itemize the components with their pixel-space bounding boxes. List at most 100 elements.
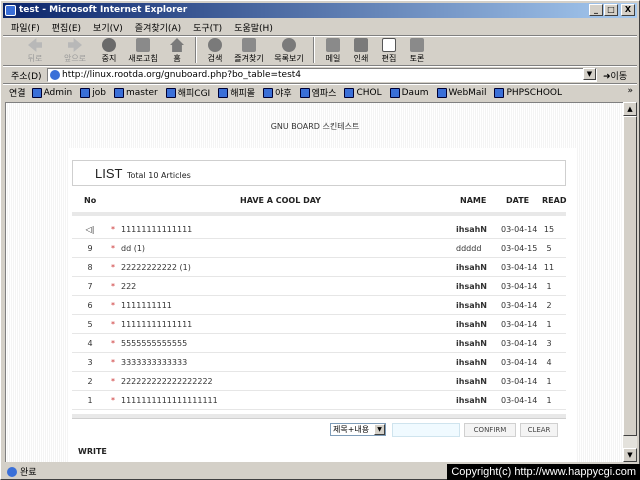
- row-name[interactable]: ddddd: [456, 244, 481, 253]
- table-row[interactable]: 9 * dd (1) ddddd 03-04-15 5: [72, 239, 566, 258]
- table-row[interactable]: ◁| * 11111111111111 ihsahN 03-04-14 15: [72, 220, 566, 239]
- menu-bar: 파일(F) 편집(E) 보기(V) 즐겨찾기(A) 도구(T) 도움말(H): [3, 19, 637, 35]
- refresh-button[interactable]: 새로고침: [125, 37, 161, 65]
- row-no: ◁|: [85, 225, 95, 234]
- edit-button[interactable]: 편집: [377, 37, 401, 65]
- bullet-icon: *: [111, 396, 115, 405]
- forward-button[interactable]: 앞으로: [57, 37, 93, 65]
- row-read: 1: [546, 320, 552, 329]
- table-row[interactable]: 4 * 5555555555555 ihsahN 03-04-14 3: [72, 334, 566, 353]
- bullet-icon: *: [111, 244, 115, 253]
- board-title: GNU BOARD 스킨테스트: [270, 122, 360, 131]
- home-button[interactable]: 홈: [165, 37, 189, 65]
- list-label: LIST: [95, 166, 123, 181]
- toolbar-separator: [195, 37, 197, 63]
- link-master[interactable]: master: [113, 87, 158, 98]
- bullet-icon: *: [111, 320, 115, 329]
- link-happymall[interactable]: 해피몰: [218, 86, 255, 99]
- links-more-button[interactable]: »: [627, 86, 633, 96]
- link-happycgi[interactable]: 해피CGI: [165, 86, 210, 99]
- row-subject-link[interactable]: 5555555555555: [121, 339, 187, 348]
- link-empas[interactable]: 엠파스: [299, 86, 336, 99]
- table-row[interactable]: 7 * 222 ihsahN 03-04-14 1: [72, 277, 566, 296]
- go-button[interactable]: ➜이동: [603, 69, 627, 82]
- history-button[interactable]: 목록보기: [271, 37, 307, 65]
- mail-button[interactable]: 메일: [321, 37, 345, 65]
- row-date: 03-04-14: [501, 358, 538, 367]
- discuss-icon: [410, 38, 424, 52]
- print-button[interactable]: 인쇄: [349, 37, 373, 65]
- toolbar-separator-2: [313, 37, 315, 63]
- col-name: NAME: [460, 196, 487, 205]
- scroll-up-button[interactable]: ▲: [623, 102, 637, 116]
- row-subject-link[interactable]: 222: [121, 282, 136, 291]
- table-row[interactable]: 8 * 22222222222 (1) ihsahN 03-04-14 11: [72, 258, 566, 277]
- row-name[interactable]: ihsahN: [456, 225, 487, 234]
- row-name[interactable]: ihsahN: [456, 282, 487, 291]
- row-subject-link[interactable]: dd (1): [121, 244, 145, 253]
- vertical-scrollbar[interactable]: ▲ ▼: [623, 102, 637, 462]
- table-row[interactable]: 6 * 1111111111 ihsahN 03-04-14 2: [72, 296, 566, 315]
- link-job[interactable]: job: [80, 87, 106, 98]
- browser-window: test - Microsoft Internet Explorer _ □ X…: [0, 0, 640, 480]
- row-no: 1: [87, 396, 93, 405]
- maximize-button[interactable]: □: [604, 4, 618, 16]
- close-button[interactable]: X: [621, 4, 635, 16]
- row-no: 3: [87, 358, 93, 367]
- link-phpschool[interactable]: PHPSCHOOL: [494, 87, 562, 98]
- page-icon: [50, 70, 60, 80]
- clear-button[interactable]: CLEAR: [520, 423, 558, 437]
- table-row[interactable]: 3 * 3333333333333 ihsahN 03-04-14 4: [72, 353, 566, 372]
- link-chol[interactable]: CHOL: [344, 87, 382, 98]
- table-row[interactable]: 5 * 11111111111111 ihsahN 03-04-14 1: [72, 315, 566, 334]
- menu-favorites[interactable]: 즐겨찾기(A): [135, 21, 181, 34]
- menu-view[interactable]: 보기(V): [93, 21, 123, 34]
- search-button[interactable]: 검색: [203, 37, 227, 65]
- link-admin[interactable]: Admin: [31, 87, 72, 98]
- menu-edit[interactable]: 편집(E): [52, 21, 81, 34]
- row-name[interactable]: ihsahN: [456, 339, 487, 348]
- row-subject-link[interactable]: 22222222222 (1): [121, 263, 191, 272]
- board-panel: LIST Total 10 Articles No HAVE A COOL DA…: [68, 148, 576, 462]
- chevron-down-icon: ▼: [374, 424, 385, 435]
- edit-document-icon: [382, 38, 396, 52]
- menu-file[interactable]: 파일(F): [11, 21, 40, 34]
- confirm-button[interactable]: CONFIRM: [464, 423, 516, 437]
- back-button[interactable]: 뒤로: [17, 37, 53, 65]
- search-input[interactable]: [392, 423, 460, 437]
- row-subject-link[interactable]: 222222222222222222: [121, 377, 213, 386]
- row-name[interactable]: ihsahN: [456, 320, 487, 329]
- row-name[interactable]: ihsahN: [456, 263, 487, 272]
- address-input[interactable]: http://linux.rootda.org/gnuboard.php?bo_…: [47, 68, 597, 82]
- row-name[interactable]: ihsahN: [456, 301, 487, 310]
- row-subject-link[interactable]: 11111111111111: [121, 225, 192, 234]
- address-dropdown-button[interactable]: ▼: [583, 68, 596, 80]
- link-yahoo[interactable]: 야후: [263, 86, 292, 99]
- title-bar: test - Microsoft Internet Explorer _ □ X: [3, 3, 637, 18]
- link-page-icon: [494, 87, 505, 98]
- menu-help[interactable]: 도움말(H): [234, 21, 273, 34]
- link-daum[interactable]: Daum: [389, 87, 429, 98]
- stop-button[interactable]: 중지: [97, 37, 121, 65]
- row-name[interactable]: ihsahN: [456, 396, 487, 405]
- row-name[interactable]: ihsahN: [456, 377, 487, 386]
- menu-tools[interactable]: 도구(T): [193, 21, 222, 34]
- row-subject-link[interactable]: 1111111111111111111: [121, 396, 218, 405]
- link-page-icon: [165, 87, 176, 98]
- search-field-select[interactable]: 제목+내용 ▼: [330, 423, 386, 436]
- table-row[interactable]: 1 * 1111111111111111111 ihsahN 03-04-14 …: [72, 391, 566, 410]
- scroll-thumb[interactable]: [623, 116, 637, 436]
- minimize-button[interactable]: _: [589, 4, 603, 16]
- scroll-down-button[interactable]: ▼: [623, 448, 637, 462]
- row-subject-link[interactable]: 3333333333333: [121, 358, 187, 367]
- row-subject-link[interactable]: 1111111111: [121, 301, 172, 310]
- row-name[interactable]: ihsahN: [456, 358, 487, 367]
- link-page-icon: [263, 87, 274, 98]
- link-webmail[interactable]: WebMail: [436, 87, 486, 98]
- favorites-button[interactable]: 즐겨찾기: [231, 37, 267, 65]
- row-date: 03-04-14: [501, 282, 538, 291]
- discuss-button[interactable]: 토론: [405, 37, 429, 65]
- row-subject-link[interactable]: 11111111111111: [121, 320, 192, 329]
- table-row[interactable]: 2 * 222222222222222222 ihsahN 03-04-14 1: [72, 372, 566, 391]
- write-button[interactable]: WRITE: [78, 447, 107, 456]
